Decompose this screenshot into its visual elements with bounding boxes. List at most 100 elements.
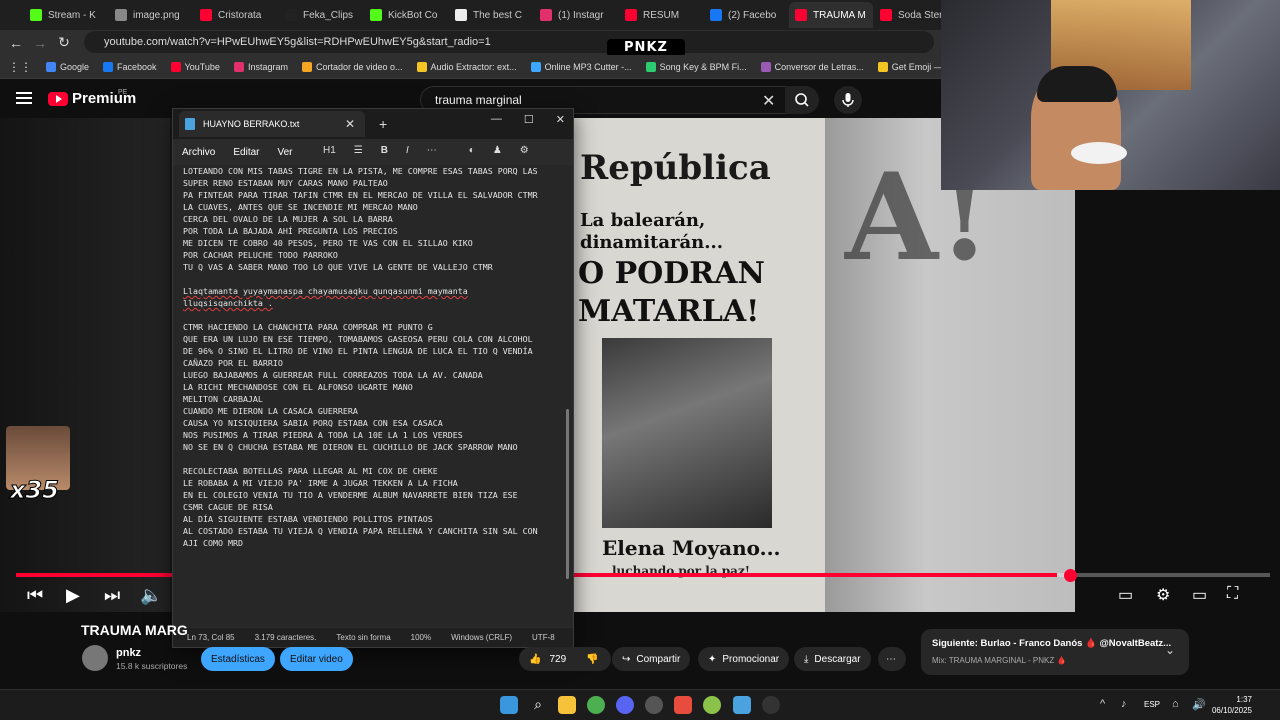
channel-name[interactable]: pnkz — [116, 647, 141, 659]
browser-tab[interactable]: image.png — [109, 2, 193, 28]
theater-mode-icon[interactable]: ▭ — [1192, 585, 1207, 605]
app-icon[interactable] — [674, 696, 692, 714]
next-icon[interactable]: ⏭ — [104, 585, 120, 606]
apps-grid-icon[interactable]: ⋮⋮ — [8, 60, 32, 74]
share-button[interactable]: ↪ Compartir — [612, 647, 691, 671]
previous-icon[interactable]: ⏮ — [27, 585, 43, 606]
minimize-icon[interactable]: — — [491, 113, 502, 126]
speaker-icon[interactable]: 🔊 — [1192, 698, 1206, 711]
settings-gear-icon[interactable]: ⚙ — [520, 145, 529, 156]
video-left-blur — [0, 118, 170, 612]
fullscreen-icon[interactable]: ⛶ — [1227, 585, 1238, 603]
menu-icon[interactable] — [16, 92, 32, 104]
more-actions-button[interactable]: ⋯ — [878, 647, 906, 671]
tab-label: TRAUMA M — [813, 9, 866, 21]
browser-tab[interactable]: Feka_Clips — [279, 2, 363, 28]
browser-tab[interactable]: TRAUMA M — [789, 2, 873, 28]
bookmark-item[interactable]: Google — [46, 61, 89, 72]
notepad-line: NOS PUSIMOS A TIRAR PIEDRA A TODA LA 10E… — [183, 430, 463, 440]
notepad-taskbar-icon[interactable] — [733, 696, 751, 714]
bookmark-item[interactable]: Audio Extractor: ext... — [416, 61, 517, 72]
bookmark-favicon-icon — [301, 61, 312, 72]
menu-archivo[interactable]: Archivo — [173, 147, 224, 158]
chrome-icon[interactable] — [587, 696, 605, 714]
tab-label: The best C — [473, 9, 522, 21]
youtube-play-icon — [48, 91, 68, 106]
bookmark-item[interactable]: Online MP3 Cutter -... — [530, 61, 632, 72]
stats-button[interactable]: Estadísticas — [201, 647, 275, 671]
microphone-tray-icon[interactable]: ♪ — [1121, 698, 1127, 710]
notepad-line: LUEGO BAJABAMOS A GUERREAR FULL CORREAZO… — [183, 370, 483, 380]
browser-tab[interactable]: The best C — [449, 2, 533, 28]
chevron-down-icon[interactable]: ⌄ — [1165, 643, 1175, 657]
more-icon[interactable]: ⋯ — [427, 145, 437, 156]
volume-icon[interactable]: 🔈 — [140, 585, 162, 606]
progress-scrubber[interactable] — [1064, 569, 1077, 582]
clear-search-icon[interactable]: ✕ — [762, 91, 775, 111]
start-icon[interactable] — [500, 696, 518, 714]
close-tab-icon[interactable]: ✕ — [345, 117, 355, 131]
account-icon[interactable]: ♟ — [493, 145, 502, 156]
forward-icon[interactable]: → — [28, 35, 52, 51]
newspaper-photo — [602, 338, 772, 528]
like-icon[interactable]: 👍 — [529, 654, 541, 665]
bold-icon[interactable]: B — [381, 145, 388, 156]
maximize-icon[interactable]: ☐ — [524, 113, 534, 126]
search-taskbar-icon[interactable]: ⌕ — [529, 696, 547, 714]
browser-tab[interactable]: RESUM — [619, 2, 703, 28]
menu-ver[interactable]: Ver — [268, 147, 301, 158]
browser-tab[interactable]: Stream - K — [24, 2, 108, 28]
play-icon[interactable]: ▶ — [66, 585, 80, 606]
url-field[interactable]: youtube.com/watch?v=HPwEUhwEY5g&list=RDH… — [84, 31, 934, 53]
browser-tab[interactable]: Cristorata — [194, 2, 278, 28]
clock[interactable]: 1:37 06/10/2025 — [1212, 694, 1252, 716]
new-tab-icon[interactable]: + — [379, 116, 387, 132]
copilot-icon[interactable]: ◐ — [469, 145, 475, 156]
bookmark-favicon-icon — [103, 61, 114, 72]
notepad-window[interactable]: HUAYNO BERRAKO.txt ✕ + — ☐ ✕ Archivo Edi… — [172, 108, 574, 648]
channel-avatar[interactable] — [82, 645, 108, 671]
menu-editar[interactable]: Editar — [224, 147, 268, 158]
notepad-file-tab[interactable]: HUAYNO BERRAKO.txt ✕ — [179, 111, 365, 137]
browser-tab[interactable]: (1) Instagr — [534, 2, 618, 28]
tray-chevron-icon[interactable]: ^ — [1100, 698, 1105, 710]
bookmark-item[interactable]: Cortador de video o... — [301, 61, 403, 72]
obs-icon[interactable] — [645, 696, 663, 714]
voice-search-button[interactable] — [834, 86, 862, 114]
bookmark-label: Online MP3 Cutter -... — [544, 61, 632, 72]
reload-icon[interactable]: ↻ — [52, 34, 76, 51]
file-explorer-icon[interactable] — [558, 696, 576, 714]
language-indicator[interactable]: ESP — [1144, 700, 1160, 709]
network-icon[interactable]: ⌂ — [1172, 698, 1179, 710]
media-player-icon[interactable] — [762, 696, 780, 714]
bookmark-item[interactable]: Instagram — [233, 61, 288, 72]
list-icon[interactable]: ☰ — [354, 145, 363, 156]
notepad-document-icon — [185, 118, 195, 130]
xbox-icon[interactable] — [703, 696, 721, 714]
notepad-text-area[interactable]: LOTEANDO CON MIS TABAS TIGRE EN LA PISTA… — [173, 165, 573, 629]
bookmark-item[interactable]: YouTube — [170, 61, 220, 72]
browser-tab[interactable]: (2) Facebo — [704, 2, 788, 28]
browser-tab[interactable]: KickBot Co — [364, 2, 448, 28]
download-label: Descargar — [814, 653, 861, 665]
back-icon[interactable]: ← — [4, 35, 28, 51]
settings-icon[interactable]: ⚙ — [1156, 585, 1170, 605]
bookmark-item[interactable]: Conversor de Letras... — [760, 61, 864, 72]
edit-video-button[interactable]: Editar video — [280, 647, 353, 671]
subtitles-icon[interactable]: ▭ — [1118, 585, 1133, 605]
heading-dropdown[interactable]: H1 — [323, 145, 336, 156]
notepad-scrollbar[interactable] — [566, 409, 569, 579]
bookmark-item[interactable]: Facebook — [103, 61, 157, 72]
italic-icon[interactable]: I — [406, 145, 409, 156]
close-window-icon[interactable]: ✕ — [556, 113, 565, 126]
bookmark-favicon-icon — [760, 61, 771, 72]
search-button[interactable] — [785, 86, 819, 114]
next-up-card[interactable]: Siguiente: Burlao - Franco Danós 🩸 @Nova… — [921, 629, 1189, 675]
download-button[interactable]: ⤓ Descargar — [794, 647, 871, 671]
dislike-icon[interactable]: 👎 — [586, 654, 598, 665]
notepad-line: CAÑAZO POR EL BARRIO — [183, 358, 283, 368]
bookmark-item[interactable]: Song Key & BPM Fi... — [645, 61, 747, 72]
discord-icon[interactable] — [616, 696, 634, 714]
promote-button[interactable]: ✦ Promocionar — [698, 647, 790, 671]
like-dislike-group: 👍 729 👎 — [519, 647, 611, 671]
